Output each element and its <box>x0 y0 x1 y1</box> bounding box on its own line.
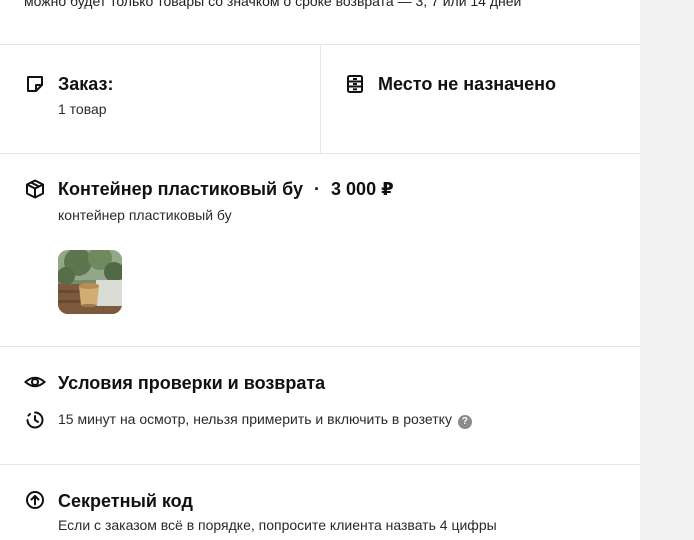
box-icon <box>24 178 46 200</box>
place-label[interactable]: Место не назначено <box>378 74 556 95</box>
divider <box>0 346 640 347</box>
item-description: контейнер пластиковый бу <box>58 207 232 223</box>
item-thumbnail[interactable] <box>58 250 122 314</box>
eye-icon <box>24 371 46 393</box>
vertical-divider <box>320 45 321 153</box>
item-price: 3 000 ₽ <box>331 179 394 199</box>
order-count: 1 товар <box>58 101 107 117</box>
sticker-note-icon <box>24 73 46 95</box>
secret-code-title: Секретный код <box>58 491 193 511</box>
item-name: Контейнер пластиковый бу <box>58 179 303 199</box>
inspection-title: Условия проверки и возврата <box>58 373 326 393</box>
timer-icon <box>24 409 46 431</box>
order-details-panel: можно будет только товары со значком о с… <box>0 0 640 540</box>
return-notice-text: можно будет только товары со значком о с… <box>24 0 522 9</box>
secret-code-text: Если с заказом всё в порядке, попросите … <box>58 517 497 533</box>
item-heading[interactable]: Контейнер пластиковый бу · 3 000 ₽ <box>58 179 394 200</box>
inspection-conditions: 15 минут на осмотр, нельзя примерить и в… <box>58 411 472 429</box>
divider <box>0 153 640 154</box>
arrow-up-circle-icon <box>24 489 46 511</box>
divider <box>0 464 640 465</box>
help-icon[interactable]: ? <box>457 415 472 429</box>
order-title: Заказ: <box>58 74 114 94</box>
price-separator: · <box>314 179 321 199</box>
cabinet-icon <box>344 73 366 95</box>
inspection-text: 15 минут на осмотр, нельзя примерить и в… <box>58 411 452 427</box>
